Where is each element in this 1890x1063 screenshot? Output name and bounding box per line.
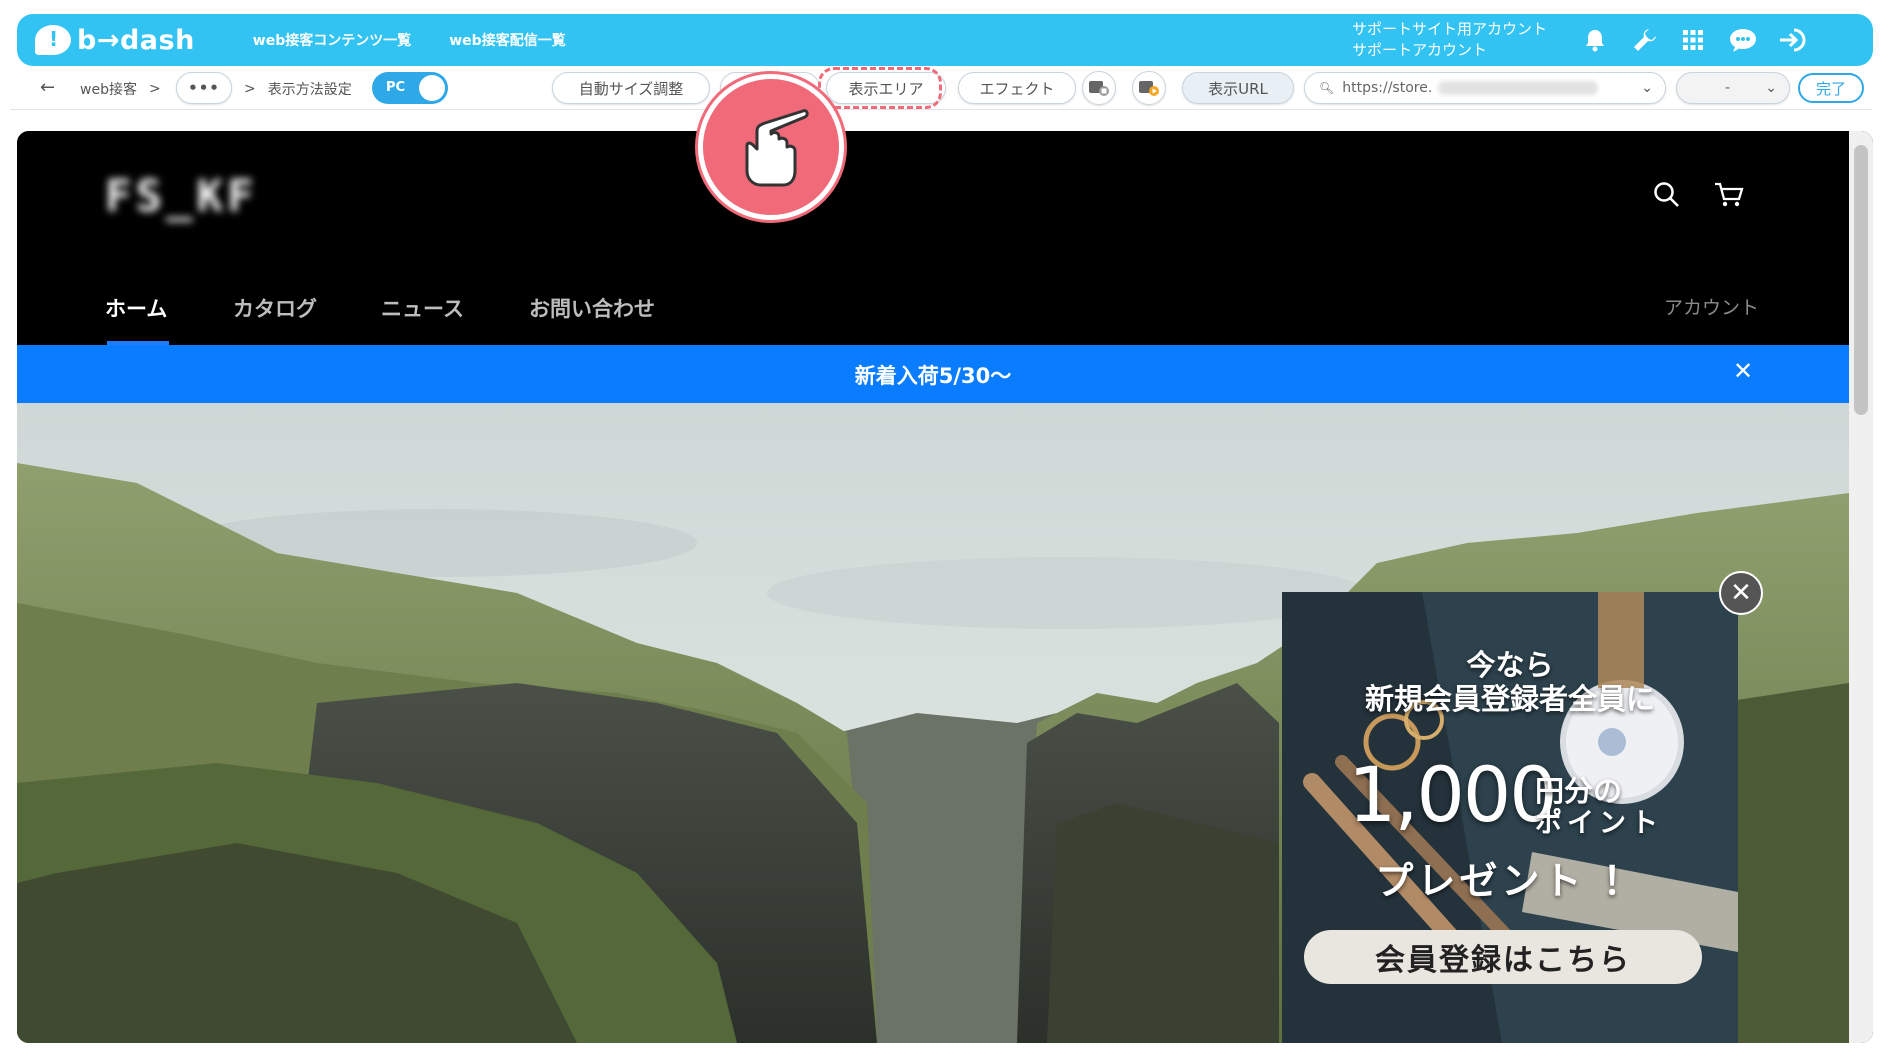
support-chat-icon[interactable] <box>1727 24 1759 56</box>
breadcrumb-separator: > <box>244 81 256 97</box>
announcement-text: 新着入荷5/30〜 <box>854 364 1012 388</box>
auto-size-button[interactable]: 自動サイズ調整 <box>552 72 710 104</box>
url-value: https://store. <box>1342 80 1433 96</box>
logo-mark-icon <box>35 25 71 55</box>
announcement-bar: 新着入荷5/30〜 ✕ <box>17 345 1849 403</box>
popup-present: プレゼント ！ <box>1375 859 1645 903</box>
register-cta-button[interactable]: 会員登録はこちら <box>1304 930 1702 984</box>
variant-select[interactable]: - ⌄ <box>1676 72 1790 104</box>
search-icon: 🔍︎ <box>1319 81 1335 95</box>
site-nav-home[interactable]: ホーム <box>105 293 167 323</box>
device-toggle-label: PC <box>386 80 406 95</box>
site-preview-frame: FS_KF ホーム カタログ ニュース お問い合わせ アカウント 新着入荷5/3… <box>17 131 1873 1043</box>
popup-close-icon[interactable]: ✕ <box>1719 571 1763 615</box>
breadcrumb: web接客 > <box>80 79 161 99</box>
preview-play-icon[interactable] <box>1132 71 1166 105</box>
breadcrumb-current: 表示方法設定 <box>267 82 352 98</box>
url-select[interactable]: 🔍︎ https://store. ⌄ <box>1304 72 1666 104</box>
done-button[interactable]: 完了 <box>1798 73 1864 103</box>
scroll-thumb[interactable] <box>1854 145 1868 415</box>
back-arrow-icon[interactable]: ← <box>40 77 55 98</box>
site-nav-news[interactable]: ニュース <box>381 293 464 323</box>
pointing-hand-icon <box>698 74 844 220</box>
nav-web-content-list[interactable]: web接客コンテンツ一覧 <box>253 30 411 50</box>
popup-points: ポイント <box>1535 808 1663 839</box>
site-account-link[interactable]: アカウント <box>1664 293 1759 320</box>
nav-web-delivery-list[interactable]: web接客配信一覧 <box>449 30 565 50</box>
account-line-1: サポートサイト用アカウント <box>1352 20 1548 38</box>
device-toggle[interactable]: PC <box>372 72 448 104</box>
popup-banner[interactable]: 今なら 新規会員登録者全員に 1,000 円分の ポイント プレゼント ！ 会員… <box>1282 592 1738 1043</box>
breadcrumb-more-button[interactable]: ••• <box>176 72 232 104</box>
url-blurred-domain <box>1438 81 1599 95</box>
effect-button[interactable]: エフェクト <box>958 72 1076 104</box>
breadcrumb-tail: > 表示方法設定 <box>244 79 352 99</box>
site-logo[interactable]: FS_KF <box>105 171 257 222</box>
toggle-knob <box>419 75 445 101</box>
preview-scrollbar[interactable] <box>1849 131 1873 1043</box>
announcement-close-icon[interactable]: ✕ <box>1733 357 1753 385</box>
preview-stop-icon[interactable] <box>1082 71 1116 105</box>
bell-icon[interactable] <box>1579 24 1611 56</box>
chevron-down-icon: ⌄ <box>1765 80 1777 96</box>
site-nav: ホーム カタログ ニュース お問い合わせ アカウント <box>17 261 1849 345</box>
display-url-button[interactable]: 表示URL <box>1182 72 1294 104</box>
cart-icon[interactable] <box>1709 175 1749 215</box>
display-area-highlight <box>818 67 942 109</box>
popup-line-2: 新規会員登録者全員に <box>1364 682 1655 716</box>
chevron-down-icon: ⌄ <box>1641 80 1653 96</box>
logout-icon[interactable] <box>1777 24 1809 56</box>
variant-select-value: - <box>1725 80 1731 96</box>
popup-amount: 1,000 <box>1348 750 1558 839</box>
site-header: FS_KF <box>17 131 1849 259</box>
app-header: b→dash web接客コンテンツ一覧 web接客配信一覧 サポートサイト用アカ… <box>17 14 1873 66</box>
breadcrumb-root[interactable]: web接客 <box>80 79 137 99</box>
search-icon[interactable] <box>1647 175 1687 215</box>
apps-grid-icon[interactable] <box>1677 24 1709 56</box>
app-logo[interactable]: b→dash <box>35 25 195 56</box>
wrench-icon[interactable] <box>1629 24 1661 56</box>
breadcrumb-separator: > <box>148 81 161 97</box>
account-line-2: サポートアカウント <box>1352 41 1488 59</box>
logo-text: b→dash <box>77 24 195 56</box>
site-nav-catalog[interactable]: カタログ <box>233 293 317 323</box>
site-nav-contact[interactable]: お問い合わせ <box>529 293 655 323</box>
account-switcher[interactable]: サポートサイト用アカウント サポートアカウント <box>1352 19 1547 61</box>
